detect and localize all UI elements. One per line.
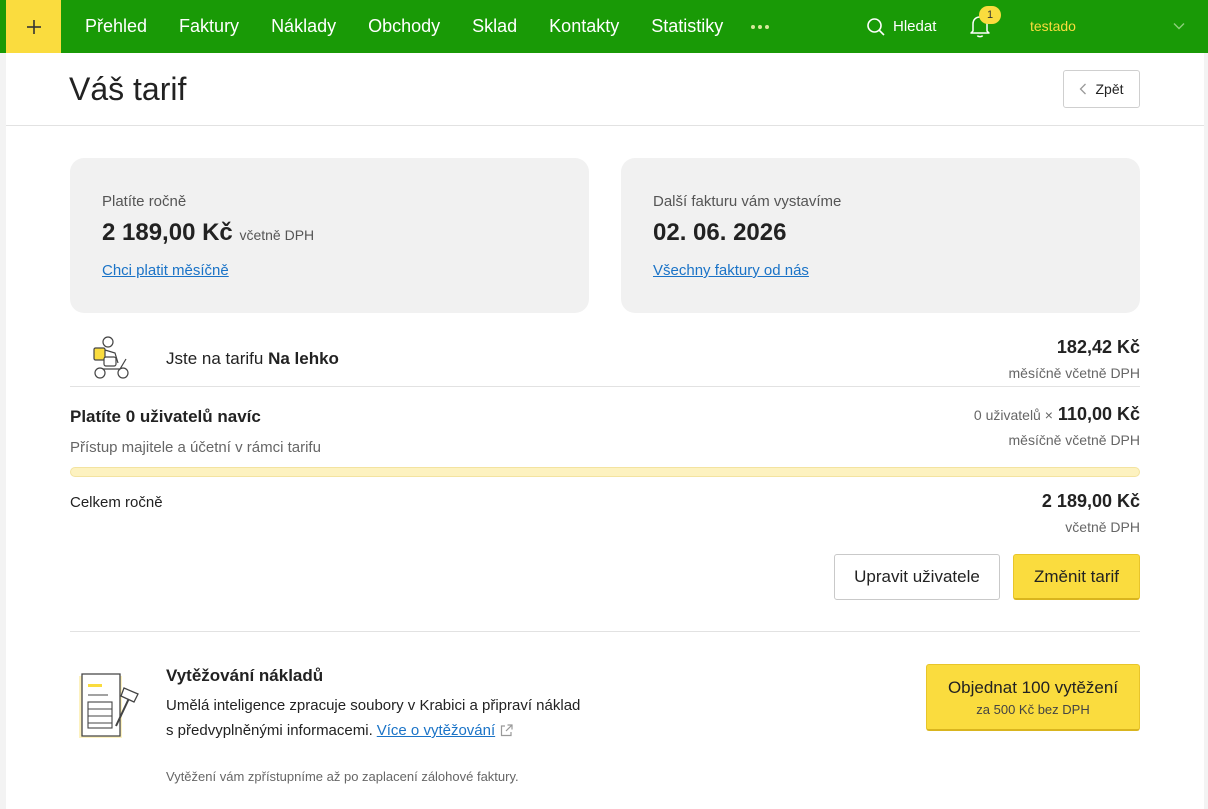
next-invoice-card: Další fakturu vám vystavíme 02. 06. 2026… bbox=[621, 158, 1140, 313]
billing-amount-value: 2 189,00 Kč bbox=[102, 219, 233, 246]
main-content: Váš tarif Zpět Platíte ročně 2 189,00 Kč… bbox=[6, 53, 1204, 809]
extra-users-unit-price: 110,00 Kč bbox=[1057, 404, 1140, 424]
create-new-button[interactable] bbox=[6, 0, 61, 53]
search-icon bbox=[867, 17, 885, 36]
plan-name-value: Na lehko bbox=[268, 349, 339, 368]
plan-name: Jste na tarifu Na lehko bbox=[166, 349, 339, 369]
nav-item-naklady[interactable]: Náklady bbox=[255, 0, 352, 53]
total-label: Celkem ročně bbox=[70, 494, 163, 511]
extraction-more-link[interactable]: Více o vytěžování bbox=[377, 722, 495, 739]
extra-users-subtitle: Přístup majitele a účetní v rámci tarifu bbox=[70, 439, 321, 456]
billing-period-label: Platíte ročně bbox=[102, 193, 187, 210]
next-invoice-date: 02. 06. 2026 bbox=[653, 219, 787, 246]
chevron-down-icon[interactable] bbox=[1172, 19, 1186, 33]
order-extraction-price: za 500 Kč bez DPH bbox=[976, 701, 1090, 717]
nav-item-sklad[interactable]: Sklad bbox=[456, 0, 533, 53]
billing-card: Platíte ročně 2 189,00 Kč včetně DPH Chc… bbox=[70, 158, 589, 313]
user-menu[interactable]: testado bbox=[1030, 0, 1076, 53]
pay-monthly-link[interactable]: Chci platit měsíčně bbox=[102, 262, 229, 279]
order-extraction-button[interactable]: Objednat 100 vytěžení za 500 Kč bez DPH bbox=[926, 664, 1140, 731]
nav-item-obchody[interactable]: Obchody bbox=[352, 0, 456, 53]
notification-badge: 1 bbox=[979, 6, 1001, 24]
plus-icon bbox=[26, 19, 41, 34]
courier-scooter-icon bbox=[93, 336, 129, 379]
top-navigation-bar: Přehled Faktury Náklady Obchody Sklad Ko… bbox=[0, 0, 1208, 53]
extraction-description: Umělá inteligence zpracuje soubory v Kra… bbox=[166, 697, 581, 714]
extra-users-price-note: měsíčně včetně DPH bbox=[1008, 432, 1141, 448]
search-label: Hledat bbox=[893, 18, 937, 35]
back-label: Zpět bbox=[1095, 81, 1124, 97]
total-value: 2 189,00 Kč bbox=[1041, 491, 1140, 511]
order-extraction-label: Objednat 100 vytěžení bbox=[947, 677, 1119, 697]
main-nav: Přehled Faktury Náklady Obchody Sklad Ko… bbox=[69, 0, 770, 53]
document-extraction-icon bbox=[79, 673, 139, 738]
extra-users-price: 0 uživatelů × 110,00 Kč bbox=[974, 404, 1140, 425]
billing-amount: 2 189,00 Kč včetně DPH bbox=[102, 219, 314, 247]
chevron-left-icon bbox=[1080, 83, 1087, 95]
extra-users-count: 0 uživatelů × bbox=[973, 407, 1053, 423]
users-progress-bar bbox=[70, 467, 1140, 477]
current-plan-row: Jste na tarifu Na lehko 182,42 Kč měsíčn… bbox=[70, 323, 1140, 387]
page-header: Váš tarif Zpět bbox=[6, 53, 1204, 126]
all-invoices-link[interactable]: Všechny faktury od nás bbox=[653, 262, 809, 279]
nav-item-faktury[interactable]: Faktury bbox=[163, 0, 255, 53]
more-menu-icon[interactable] bbox=[751, 0, 770, 53]
edit-users-button[interactable]: Upravit uživatele bbox=[834, 554, 1000, 600]
change-plan-button[interactable]: Změnit tarif bbox=[1013, 554, 1140, 600]
back-button[interactable]: Zpět bbox=[1063, 70, 1140, 108]
extraction-description-line2: s předvyplněnými informacemi. Více o vyt… bbox=[166, 722, 514, 739]
nav-item-kontakty[interactable]: Kontakty bbox=[533, 0, 635, 53]
extraction-title: Vytěžování nákladů bbox=[166, 666, 324, 685]
plan-price-note: měsíčně včetně DPH bbox=[1008, 365, 1141, 381]
extraction-description-end: s předvyplněnými informacemi. bbox=[166, 722, 373, 739]
billing-amount-suffix: včetně DPH bbox=[239, 227, 315, 243]
nav-item-statistiky[interactable]: Statistiky bbox=[635, 0, 739, 53]
next-invoice-label: Další fakturu vám vystavíme bbox=[653, 193, 842, 210]
external-link-icon[interactable] bbox=[499, 723, 514, 738]
search-button[interactable]: Hledat bbox=[866, 0, 936, 53]
total-note: včetně DPH bbox=[1065, 519, 1140, 535]
plan-prefix: Jste na tarifu bbox=[166, 349, 264, 368]
plan-price: 182,42 Kč bbox=[1056, 337, 1140, 357]
nav-item-prehled[interactable]: Přehled bbox=[69, 0, 163, 53]
extra-users-title: Platíte 0 uživatelů navíc bbox=[70, 407, 261, 426]
section-divider bbox=[70, 631, 1140, 632]
page-title: Váš tarif bbox=[69, 71, 187, 107]
extraction-payment-note: Vytěžení vám zpřístupníme až po zaplacen… bbox=[166, 769, 519, 784]
